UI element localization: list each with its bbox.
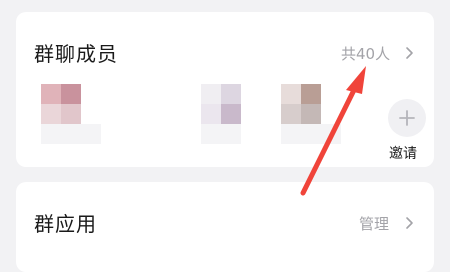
- invite-label: 邀请: [389, 146, 417, 162]
- blurred-region: [281, 124, 341, 144]
- group-members-card: 群聊成员 共40人 邀请: [16, 12, 434, 167]
- blurred-region: [41, 124, 101, 144]
- plus-icon: [399, 110, 415, 126]
- group-members-title: 群聊成员: [34, 42, 118, 66]
- member-avatar[interactable]: [41, 84, 81, 124]
- group-apps-card[interactable]: 群应用 管理: [16, 182, 434, 272]
- member-count: 共40人: [341, 45, 391, 63]
- member-avatar[interactable]: [201, 84, 241, 124]
- member-avatar[interactable]: [281, 84, 321, 124]
- manage-link[interactable]: 管理: [359, 213, 389, 234]
- chevron-right-icon: [406, 47, 413, 59]
- chevron-right-icon: [406, 217, 413, 229]
- group-apps-title: 群应用: [34, 212, 97, 236]
- blurred-region: [201, 124, 241, 144]
